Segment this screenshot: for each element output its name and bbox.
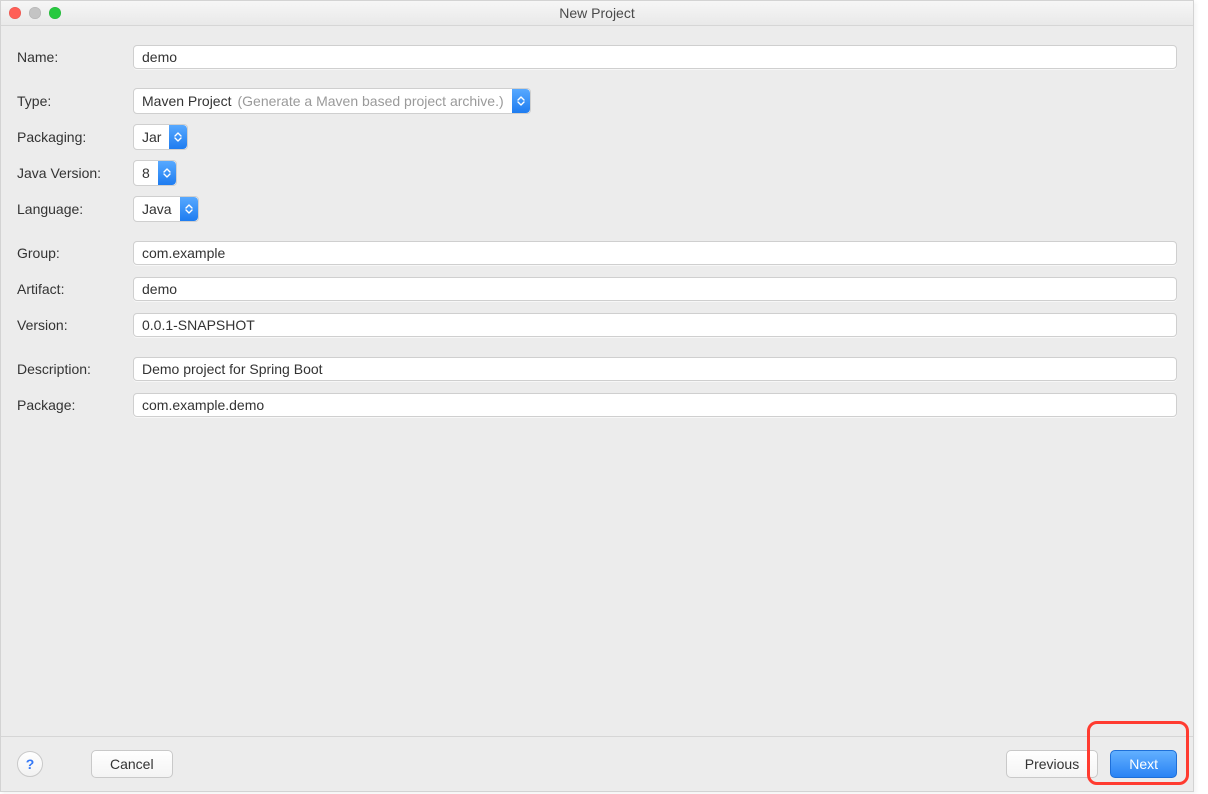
type-select-value: Maven Project xyxy=(142,93,231,109)
label-java-version: Java Version: xyxy=(17,158,129,188)
name-input-text: demo xyxy=(142,49,177,65)
label-version: Version: xyxy=(17,310,129,340)
type-select-hint: (Generate a Maven based project archive.… xyxy=(237,93,503,109)
updown-icon xyxy=(512,89,530,113)
cancel-button[interactable]: Cancel xyxy=(91,750,173,778)
label-name: Name: xyxy=(17,42,129,72)
dialog-content: Name: demo Type: Maven Project (Generate… xyxy=(1,26,1193,736)
label-artifact: Artifact: xyxy=(17,274,129,304)
language-select-value: Java xyxy=(142,201,172,217)
window-title: New Project xyxy=(1,5,1193,21)
label-package: Package: xyxy=(17,390,129,420)
label-packaging: Packaging: xyxy=(17,122,129,152)
artifact-input[interactable]: demo xyxy=(133,277,1177,301)
next-button[interactable]: Next xyxy=(1110,750,1177,778)
cancel-button-label: Cancel xyxy=(110,756,154,772)
form-cluster-meta: Description: Demo project for Spring Boo… xyxy=(17,354,1177,420)
label-group: Group: xyxy=(17,238,129,268)
java-version-select[interactable]: 8 xyxy=(133,160,177,186)
minimize-window-button[interactable] xyxy=(29,7,41,19)
dialog-window: New Project Name: demo Type: Maven Proje… xyxy=(0,0,1194,792)
form-cluster-coords: Group: com.example Artifact: demo Versio… xyxy=(17,238,1177,340)
previous-button[interactable]: Previous xyxy=(1006,750,1098,778)
updown-icon xyxy=(180,197,198,221)
description-input-text: Demo project for Spring Boot xyxy=(142,361,323,377)
previous-button-label: Previous xyxy=(1025,756,1079,772)
java-version-select-value: 8 xyxy=(142,165,150,181)
language-select[interactable]: Java xyxy=(133,196,199,222)
label-description: Description: xyxy=(17,354,129,384)
artifact-input-text: demo xyxy=(142,281,177,297)
package-input-text: com.example.demo xyxy=(142,397,264,413)
dialog-bottombar: ? Cancel Previous Next xyxy=(1,736,1193,791)
packaging-select-value: Jar xyxy=(142,129,161,145)
close-window-button[interactable] xyxy=(9,7,21,19)
version-input-text: 0.0.1-SNAPSHOT xyxy=(142,317,255,333)
label-language: Language: xyxy=(17,194,129,224)
updown-icon xyxy=(158,161,176,185)
version-input[interactable]: 0.0.1-SNAPSHOT xyxy=(133,313,1177,337)
description-input[interactable]: Demo project for Spring Boot xyxy=(133,357,1177,381)
name-input[interactable]: demo xyxy=(133,45,1177,69)
help-icon: ? xyxy=(26,756,35,772)
updown-icon xyxy=(169,125,187,149)
titlebar: New Project xyxy=(1,1,1193,26)
zoom-window-button[interactable] xyxy=(49,7,61,19)
type-select[interactable]: Maven Project (Generate a Maven based pr… xyxy=(133,88,531,114)
window-controls xyxy=(9,7,61,19)
next-button-label: Next xyxy=(1129,756,1158,772)
packaging-select[interactable]: Jar xyxy=(133,124,188,150)
label-type: Type: xyxy=(17,86,129,116)
package-input[interactable]: com.example.demo xyxy=(133,393,1177,417)
form-row-name: Name: demo xyxy=(17,42,1177,72)
group-input[interactable]: com.example xyxy=(133,241,1177,265)
group-input-text: com.example xyxy=(142,245,225,261)
form-cluster-build: Type: Maven Project (Generate a Maven ba… xyxy=(17,86,1177,224)
help-button[interactable]: ? xyxy=(17,751,43,777)
